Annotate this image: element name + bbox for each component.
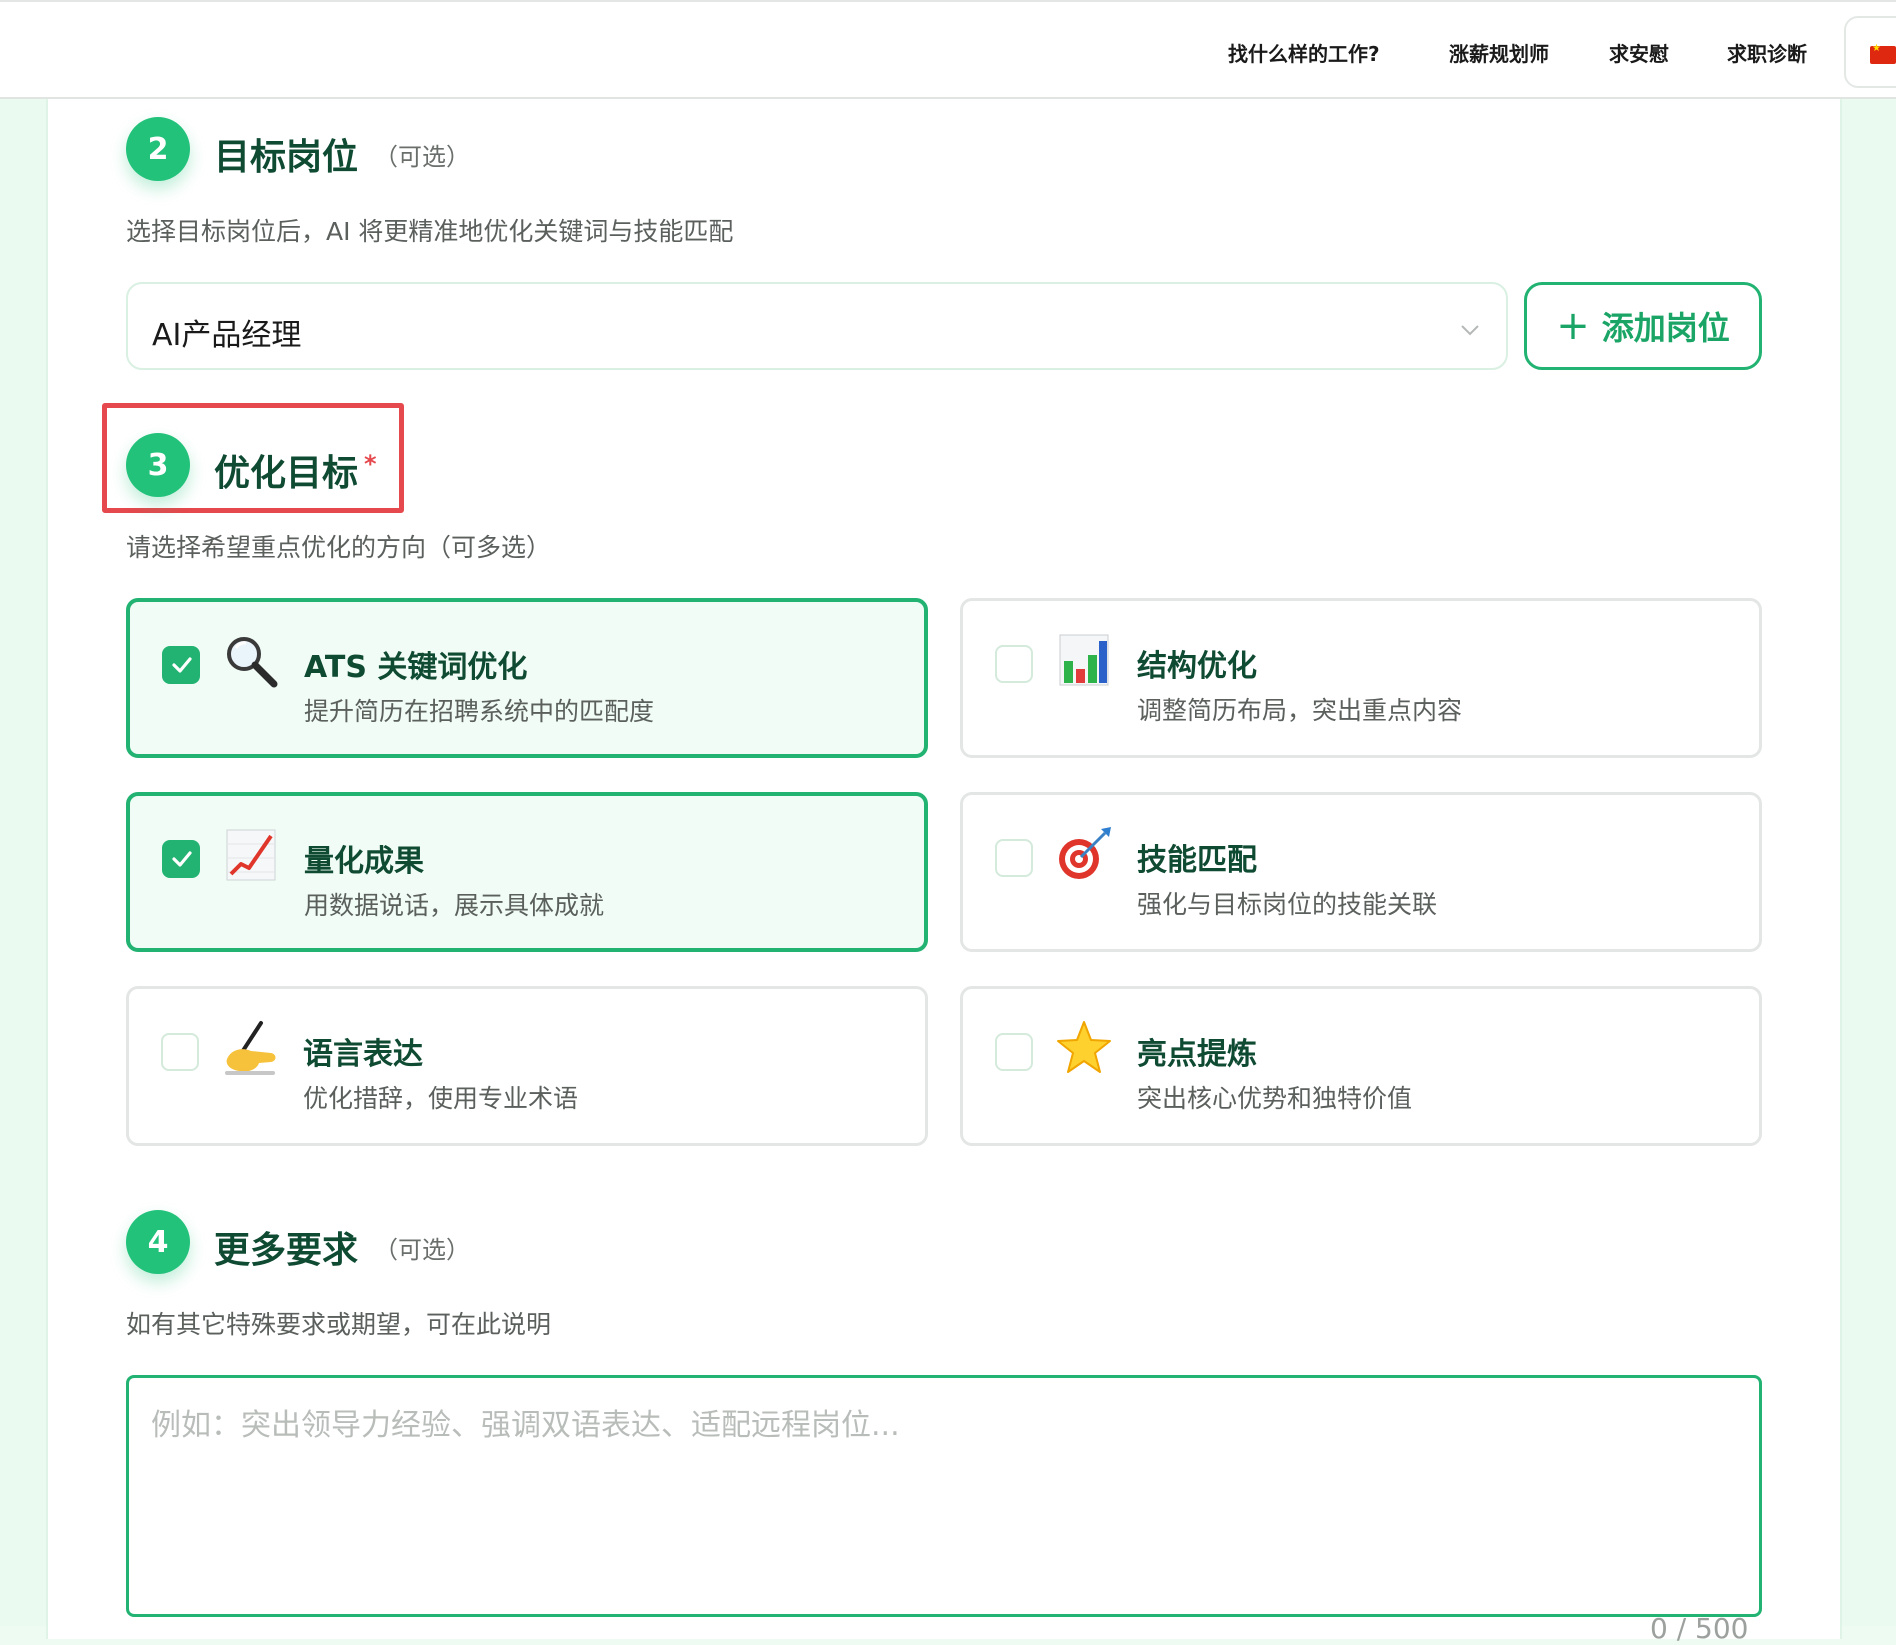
checkbox-checked[interactable] xyxy=(162,646,200,684)
option-title: 语言表达 xyxy=(303,1037,423,1072)
option-description: 优化措辞，使用专业术语 xyxy=(303,1084,579,1113)
checkmark-icon xyxy=(172,657,192,673)
add-job-button[interactable]: + 添加岗位 xyxy=(1524,282,1762,370)
checkbox-unchecked[interactable] xyxy=(995,645,1033,683)
option-description: 突出核心优势和独特价值 xyxy=(1137,1084,1413,1113)
step-4-badge: 4 xyxy=(126,1210,190,1274)
checkbox-unchecked[interactable] xyxy=(995,1033,1033,1071)
chevron-down-icon xyxy=(1461,325,1479,336)
target-job-selected-value: AI产品经理 xyxy=(152,318,302,353)
option-language-expression[interactable]: 语言表达 优化措辞，使用专业术语 xyxy=(126,986,928,1146)
option-highlights[interactable]: 亮点提炼 突出核心优势和独特价值 xyxy=(960,986,1762,1146)
page-left-background xyxy=(0,99,46,1626)
magnifier-icon xyxy=(222,632,280,690)
page-right-background xyxy=(1842,99,1896,1626)
option-description: 提升简历在招聘系统中的匹配度 xyxy=(304,697,655,726)
nav-item-job-diagnosis[interactable]: 求职诊断 xyxy=(1727,38,1807,67)
requirements-textarea[interactable] xyxy=(126,1375,1762,1617)
more-requirements-description: 如有其它特殊要求或期望，可在此说明 xyxy=(126,1310,552,1339)
more-requirements-optional-label: （可选） xyxy=(374,1236,470,1264)
nav-item-comfort[interactable]: 求安慰 xyxy=(1609,38,1669,67)
option-title: 结构优化 xyxy=(1137,649,1257,684)
writing-hand-icon xyxy=(221,1019,279,1077)
required-star: * xyxy=(364,450,377,478)
option-ats-keyword[interactable]: ATS 关键词优化 提升简历在招聘系统中的匹配度 xyxy=(126,598,928,758)
option-description: 用数据说话，展示具体成就 xyxy=(304,891,605,920)
target-job-select[interactable]: AI产品经理 xyxy=(126,282,1508,370)
option-title: ATS 关键词优化 xyxy=(304,650,528,685)
char-counter: 0 / 500 xyxy=(1650,1612,1749,1645)
nav-item-job-search[interactable]: 找什么样的工作? xyxy=(1228,38,1380,67)
more-requirements-title: 更多要求 xyxy=(214,1230,359,1271)
option-title: 量化成果 xyxy=(304,844,424,879)
nav-item-salary-planner[interactable]: 涨薪规划师 xyxy=(1449,38,1549,67)
star-icon xyxy=(1055,1019,1113,1077)
checkmark-icon xyxy=(172,851,192,867)
bar-chart-icon xyxy=(1055,631,1113,689)
option-skill-match[interactable]: 技能匹配 强化与目标岗位的技能关联 xyxy=(960,792,1762,952)
step-2-badge: 2 xyxy=(126,117,190,181)
checkbox-checked[interactable] xyxy=(162,840,200,878)
checkbox-unchecked[interactable] xyxy=(161,1033,199,1071)
plus-icon: + xyxy=(1556,303,1590,349)
option-description: 调整简历布局，突出重点内容 xyxy=(1137,696,1463,725)
target-job-optional-label: （可选） xyxy=(374,143,470,171)
optimize-goal-description: 请选择希望重点优化的方向（可多选） xyxy=(126,533,552,562)
language-switcher[interactable] xyxy=(1844,16,1896,88)
target-job-title: 目标岗位 xyxy=(214,137,359,178)
add-job-label: 添加岗位 xyxy=(1601,309,1730,347)
step-3-badge: 3 xyxy=(126,433,190,497)
option-title: 技能匹配 xyxy=(1137,843,1257,878)
trend-up-chart-icon xyxy=(222,826,280,884)
checkbox-unchecked[interactable] xyxy=(995,839,1033,877)
optimize-goal-title: 优化目标 xyxy=(214,453,359,494)
china-flag-icon xyxy=(1870,43,1896,64)
option-description: 强化与目标岗位的技能关联 xyxy=(1137,890,1438,919)
target-job-description: 选择目标岗位后，AI 将更精准地优化关键词与技能匹配 xyxy=(126,217,734,246)
option-quantify-results[interactable]: 量化成果 用数据说话，展示具体成就 xyxy=(126,792,928,952)
target-dart-icon xyxy=(1055,825,1113,883)
top-navbar: 找什么样的工作? 涨薪规划师 求安慰 求职诊断 xyxy=(0,0,1896,99)
option-title: 亮点提炼 xyxy=(1137,1037,1257,1072)
option-structure[interactable]: 结构优化 调整简历布局，突出重点内容 xyxy=(960,598,1762,758)
